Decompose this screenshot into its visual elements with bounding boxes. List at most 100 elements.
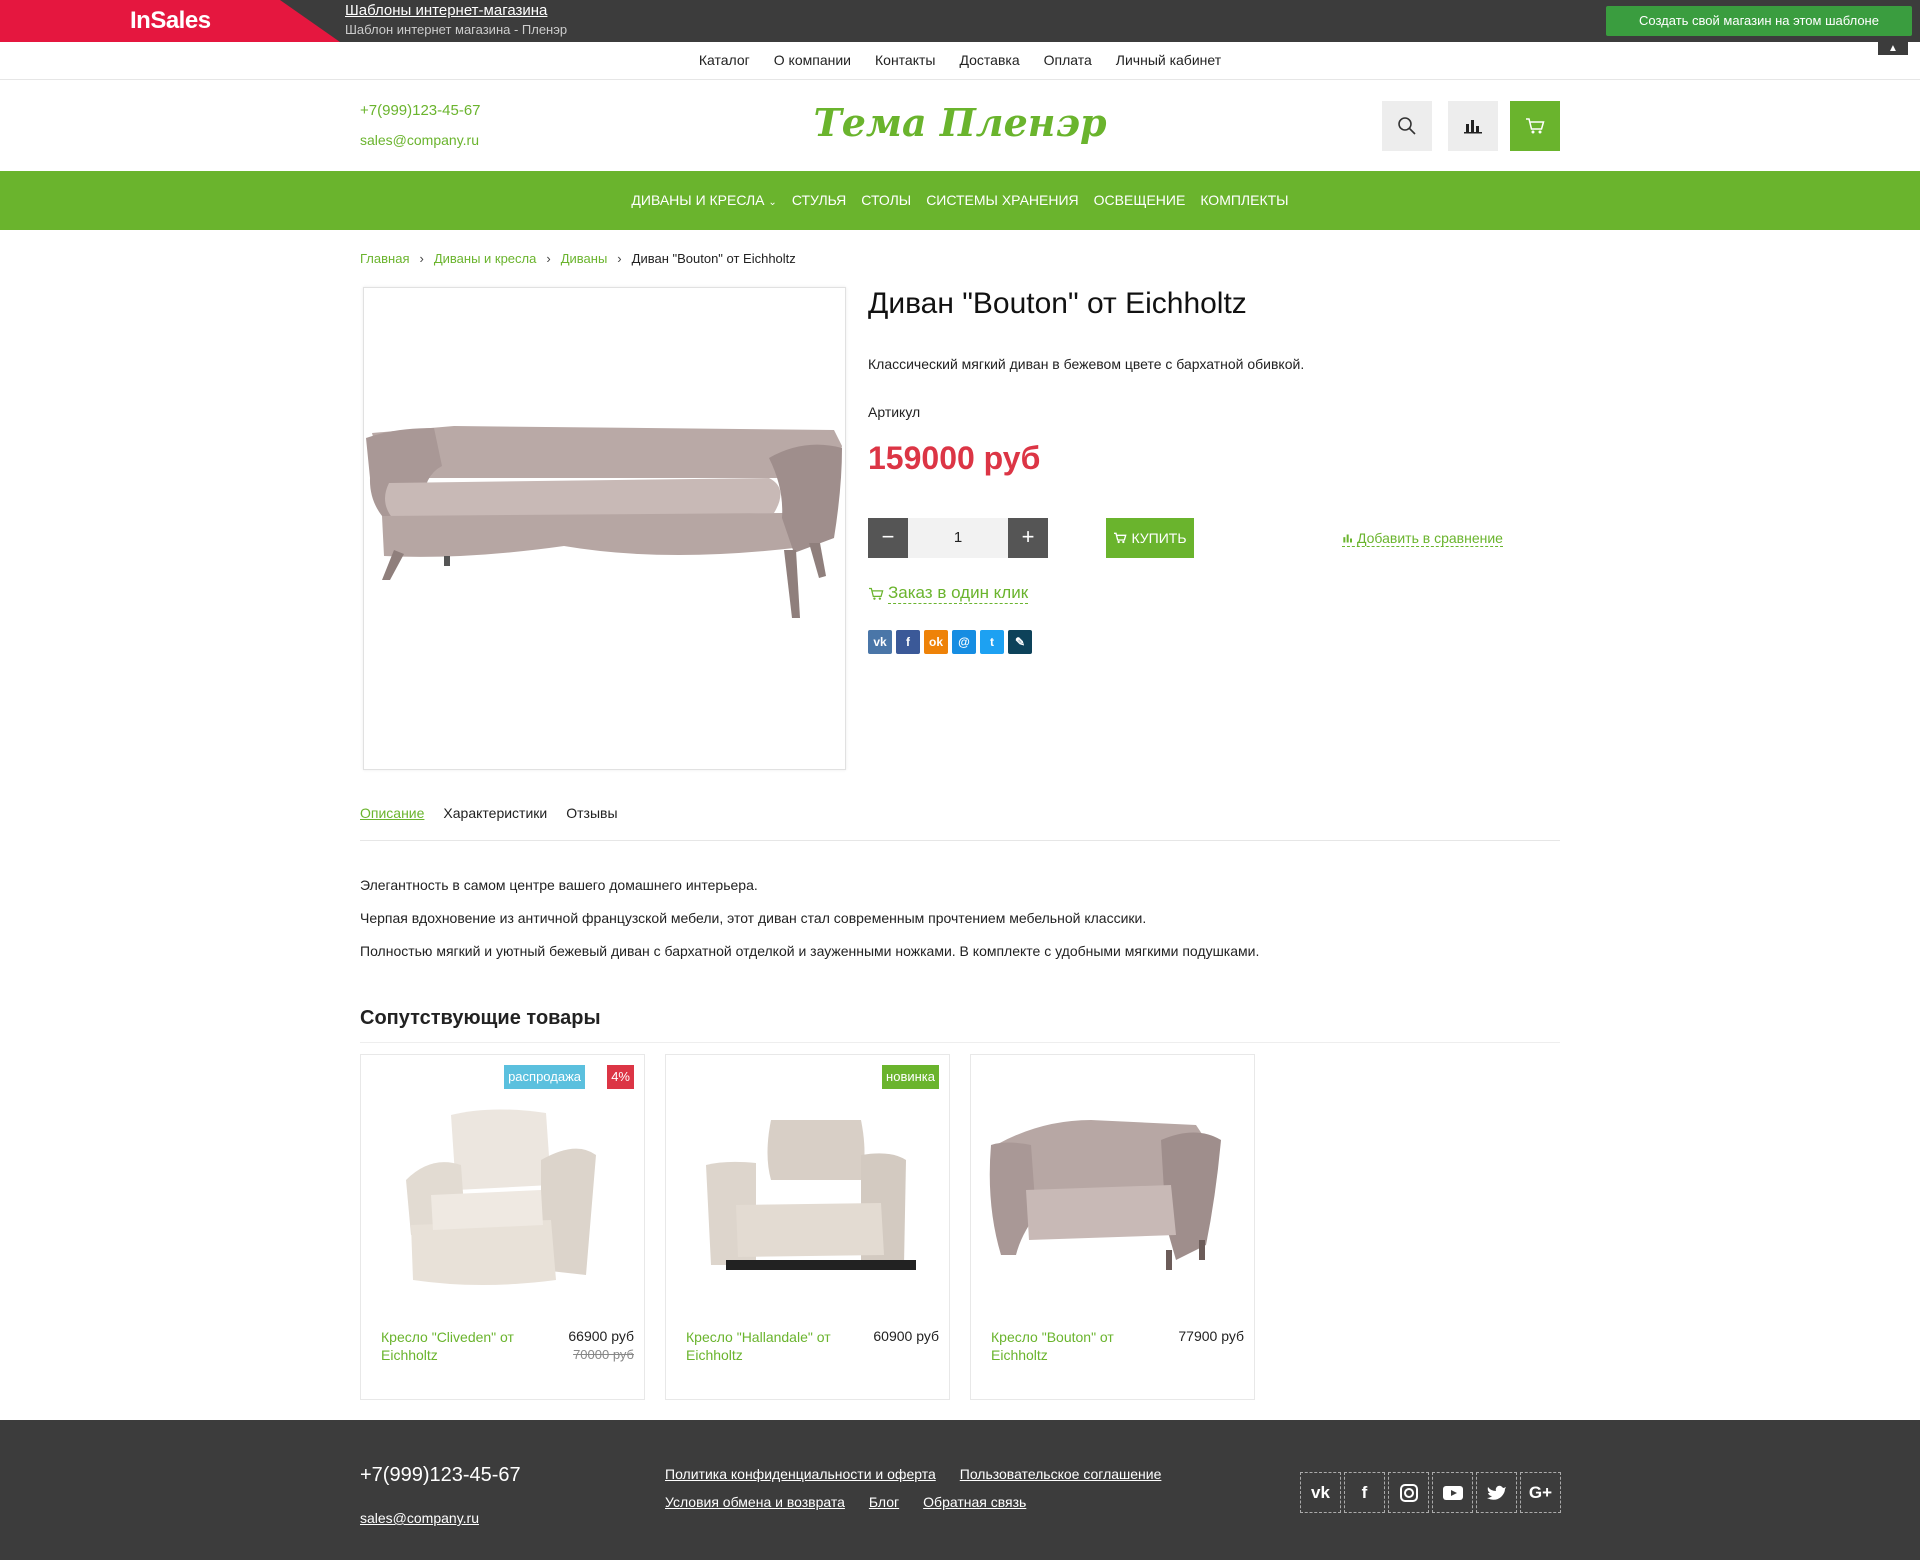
site-header: +7(999)123-45-67 sales@company.ru Тема П… bbox=[0, 80, 1920, 171]
insales-logo[interactable]: InSales bbox=[0, 0, 340, 42]
compare-icon bbox=[1343, 534, 1352, 542]
moimir-icon[interactable]: @ bbox=[952, 630, 976, 654]
google-plus-icon[interactable]: G+ bbox=[1520, 1472, 1561, 1513]
product-card-image[interactable] bbox=[371, 1085, 636, 1285]
description-paragraph: Полностью мягкий и уютный бежевый диван … bbox=[360, 943, 1260, 959]
add-to-compare-link[interactable]: Добавить в сравнение bbox=[1342, 530, 1503, 547]
topnav-item-account[interactable]: Личный кабинет bbox=[1116, 52, 1221, 68]
footer-email[interactable]: sales@company.ru bbox=[360, 1510, 479, 1526]
compare-button[interactable] bbox=[1448, 101, 1498, 151]
product-image[interactable] bbox=[363, 287, 846, 770]
catnav-item-storage[interactable]: Системы хранения bbox=[926, 192, 1078, 208]
product-card[interactable]: Кресло "Bouton" от Eichholtz 77900 руб bbox=[970, 1054, 1255, 1400]
livejournal-icon[interactable]: ✎ bbox=[1008, 630, 1032, 654]
vk-icon[interactable]: vk bbox=[868, 630, 892, 654]
top-nav: Каталог О компании Контакты Доставка Опл… bbox=[0, 42, 1920, 80]
product-description: Элегантность в самом центре вашего домаш… bbox=[360, 877, 1259, 976]
qty-plus-button[interactable]: + bbox=[1008, 518, 1048, 558]
one-click-label: Заказ в один клик bbox=[888, 583, 1029, 604]
product-price: 159000 руб bbox=[868, 440, 1041, 476]
share-buttons: vk f ok @ t ✎ bbox=[868, 630, 1032, 654]
product-card-name[interactable]: Кресло "Cliveden" от Eichholtz bbox=[381, 1328, 531, 1364]
product-card-image[interactable] bbox=[676, 1085, 941, 1285]
search-button[interactable] bbox=[1382, 101, 1432, 151]
footer-social: vk f G+ bbox=[1300, 1472, 1561, 1513]
cart-button[interactable] bbox=[1510, 101, 1560, 151]
topnav-item-about[interactable]: О компании bbox=[774, 52, 851, 68]
insales-bar: InSales Шаблоны интернет-магазина Шаблон… bbox=[0, 0, 1920, 55]
footer-link-agreement[interactable]: Пользовательское соглашение bbox=[960, 1466, 1162, 1482]
breadcrumb: Главная › Диваны и кресла › Диваны › Див… bbox=[360, 251, 796, 266]
catnav-item-tables[interactable]: Столы bbox=[861, 192, 911, 208]
chevron-right-icon: › bbox=[546, 251, 551, 266]
product-card-price: 60900 руб bbox=[873, 1328, 939, 1344]
description-paragraph: Черпая вдохновение из античной французск… bbox=[360, 910, 1147, 926]
product-card-price: 77900 руб bbox=[1178, 1328, 1244, 1344]
footer-links: Политика конфиденциальности и оферта Пол… bbox=[665, 1466, 1165, 1510]
product-tabs: Описание Характеристики Отзывы bbox=[360, 805, 1560, 841]
compare-label: Добавить в сравнение bbox=[1357, 530, 1503, 546]
catnav-item-lighting[interactable]: Освещение bbox=[1094, 192, 1186, 208]
breadcrumb-sofas-armchairs[interactable]: Диваны и кресла bbox=[434, 251, 537, 266]
qty-input[interactable]: 1 bbox=[908, 518, 1008, 558]
buy-button-label: КУПИТЬ bbox=[1131, 530, 1187, 546]
breadcrumb-current: Диван "Bouton" от Eichholtz bbox=[631, 251, 796, 266]
buy-button[interactable]: КУПИТЬ bbox=[1106, 518, 1194, 558]
product-card[interactable]: новинка Кресло "Hallandale" от Eichholtz… bbox=[665, 1054, 950, 1400]
insales-title-link[interactable]: Шаблоны интернет-магазина bbox=[345, 2, 547, 19]
topnav-item-delivery[interactable]: Доставка bbox=[959, 52, 1019, 68]
catnav-label: Диваны и кресла bbox=[631, 192, 765, 208]
product-card-image[interactable] bbox=[981, 1085, 1246, 1285]
tab-description[interactable]: Описание bbox=[360, 805, 424, 840]
chevron-right-icon: › bbox=[419, 251, 424, 266]
topnav-item-payment[interactable]: Оплата bbox=[1044, 52, 1092, 68]
product-title: Диван "Bouton" от Eichholtz bbox=[868, 287, 1247, 320]
description-paragraph: Элегантность в самом центре вашего домаш… bbox=[360, 877, 758, 893]
cart-icon bbox=[1114, 532, 1128, 544]
facebook-icon[interactable]: f bbox=[896, 630, 920, 654]
cart-icon bbox=[1526, 118, 1545, 134]
odnoklassniki-icon[interactable]: ok bbox=[924, 630, 948, 654]
footer-link-blog[interactable]: Блог bbox=[869, 1494, 899, 1510]
product-card-price: 66900 руб bbox=[568, 1328, 634, 1344]
product-card-name[interactable]: Кресло "Bouton" от Eichholtz bbox=[991, 1328, 1141, 1364]
insales-subtitle: Шаблон интернет магазина - Пленэр bbox=[345, 22, 568, 37]
cart-icon bbox=[869, 587, 884, 600]
product-card-name[interactable]: Кресло "Hallandale" от Eichholtz bbox=[686, 1328, 836, 1364]
facebook-icon[interactable]: f bbox=[1344, 1472, 1385, 1513]
catnav-item-sets[interactable]: Комплекты bbox=[1200, 192, 1288, 208]
related-products-title: Сопутствующие товары bbox=[360, 1007, 1560, 1043]
vk-icon[interactable]: vk bbox=[1300, 1472, 1341, 1513]
product-card-old-price: 70000 руб bbox=[573, 1347, 634, 1362]
chevron-down-icon: ⌄ bbox=[768, 197, 777, 208]
sku-label: Артикул bbox=[868, 404, 921, 420]
tab-reviews[interactable]: Отзывы bbox=[566, 805, 617, 840]
catnav-item-sofas[interactable]: Диваны и кресла ⌄ bbox=[631, 192, 776, 208]
twitter-icon[interactable] bbox=[1476, 1472, 1517, 1513]
product-short-description: Классический мягкий диван в бежевом цвет… bbox=[868, 356, 1305, 372]
footer-phone[interactable]: +7(999)123-45-67 bbox=[360, 1464, 521, 1487]
topnav-item-catalog[interactable]: Каталог bbox=[699, 52, 750, 68]
site-footer: +7(999)123-45-67 sales@company.ru Полити… bbox=[0, 1420, 1920, 1560]
breadcrumb-home[interactable]: Главная bbox=[360, 251, 409, 266]
breadcrumb-sofas[interactable]: Диваны bbox=[561, 251, 608, 266]
create-store-button[interactable]: Создать свой магазин на этом шаблоне bbox=[1606, 6, 1912, 36]
footer-link-feedback[interactable]: Обратная связь bbox=[923, 1494, 1026, 1510]
category-nav: Диваны и кресла ⌄ Стулья Столы Системы х… bbox=[0, 171, 1920, 230]
twitter-icon[interactable]: t bbox=[980, 630, 1004, 654]
one-click-order-link[interactable]: Заказ в один клик bbox=[868, 583, 1029, 604]
footer-link-privacy[interactable]: Политика конфиденциальности и оферта bbox=[665, 1466, 936, 1482]
compare-icon bbox=[1464, 120, 1482, 134]
youtube-icon[interactable] bbox=[1432, 1472, 1473, 1513]
chevron-right-icon: › bbox=[617, 251, 622, 266]
catnav-item-chairs[interactable]: Стулья bbox=[792, 192, 846, 208]
footer-link-returns[interactable]: Условия обмена и возврата bbox=[665, 1494, 845, 1510]
tab-characteristics[interactable]: Характеристики bbox=[443, 805, 547, 840]
quantity-stepper: − 1 + bbox=[868, 518, 1048, 558]
qty-minus-button[interactable]: − bbox=[868, 518, 908, 558]
topnav-item-contacts[interactable]: Контакты bbox=[875, 52, 935, 68]
instagram-icon[interactable] bbox=[1388, 1472, 1429, 1513]
site-logo[interactable]: Тема Пленэр bbox=[0, 100, 1920, 145]
product-card[interactable]: распродажа 4% Кресло "Cliveden" от Eichh… bbox=[360, 1054, 645, 1400]
search-icon bbox=[1398, 117, 1416, 135]
